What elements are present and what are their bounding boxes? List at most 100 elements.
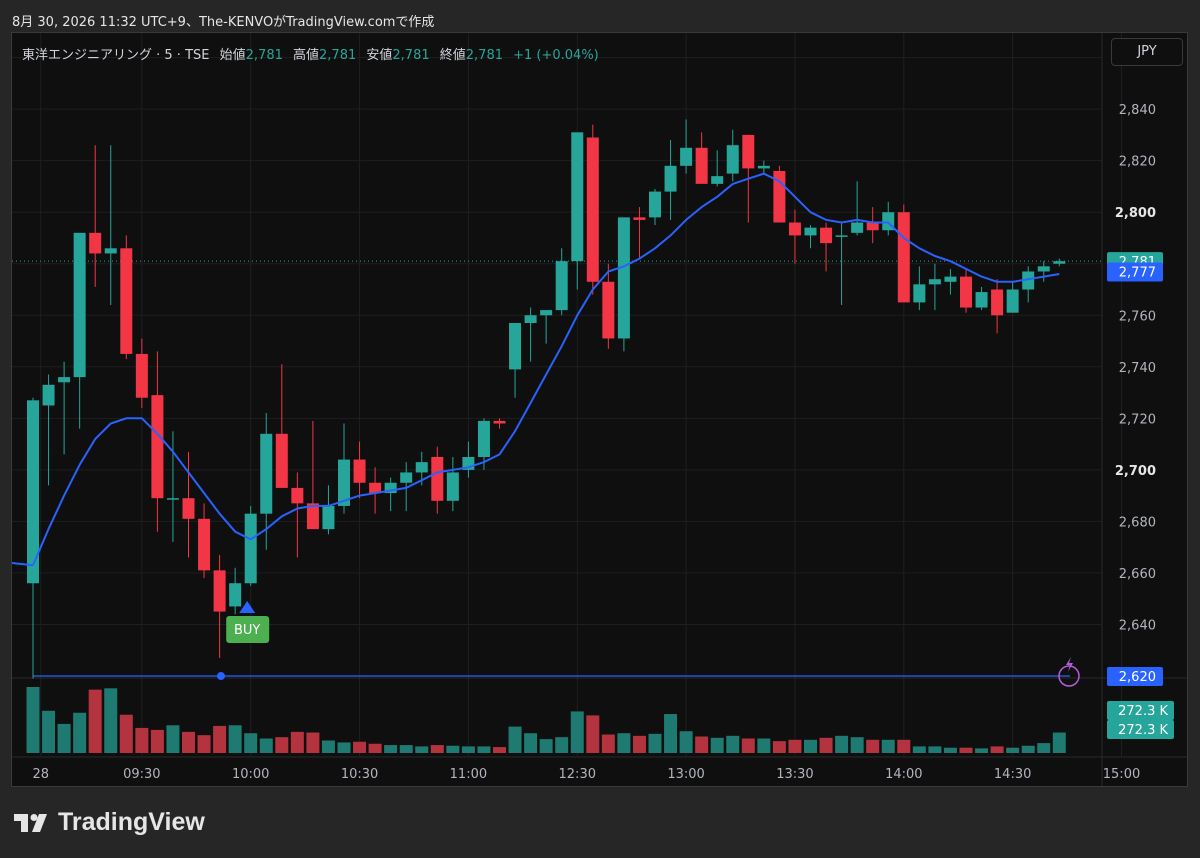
close-value: 2,781 [465,48,503,63]
volume-bar [757,738,771,753]
volume-bar [415,746,429,753]
buy-signal-label: BUY [234,623,260,638]
volume-bar [1021,745,1035,753]
low-value: 2,781 [392,48,430,63]
volume-bar [648,733,662,753]
candle-body [1037,266,1050,272]
y-tick-label: 2,720 [1119,412,1156,427]
y-tick-label: 2,740 [1119,361,1156,376]
candle-body [260,433,273,514]
horizontal-line-handle [217,672,225,680]
volume-bar [788,739,802,753]
volume-bar [912,746,926,753]
volume-bar [508,726,522,753]
currency-button[interactable]: JPY [1111,38,1183,66]
y-tick-label: 2,660 [1119,567,1156,582]
price-chart[interactable]: BUY2,8602,8402,8202,8002,7802,7602,7402,… [0,0,1200,858]
buy-signal-arrow [239,601,256,614]
candle-body [742,134,755,169]
high-value: 2,781 [319,48,357,63]
x-tick-label: 28 [33,767,50,782]
candle-body [757,165,770,169]
candle-body [571,132,584,262]
volume-bar [959,747,973,753]
candle-body [866,222,879,231]
x-tick-label: 15:00 [1103,767,1140,782]
volume-bar [244,733,258,753]
volume-bar [772,741,786,753]
volume-bar [835,735,849,753]
volume-bar [1006,747,1020,753]
candle-body [1006,289,1019,313]
volume-bar [710,737,724,753]
volume-bar [228,725,242,753]
candle-body [1053,261,1066,264]
x-tick-label: 14:30 [994,767,1031,782]
candle-body [928,279,941,285]
symbol-name[interactable]: 東洋エンジニアリング · 5 · TSE [22,48,209,63]
x-tick-label: 10:00 [232,767,269,782]
change-value: +1 (+0.04%) [513,48,599,63]
tradingview-logo: TradingView [14,808,205,837]
y-tick-label: 2,760 [1119,309,1156,324]
volume-bar [353,741,367,753]
ohlc-legend: 東洋エンジニアリング · 5 · TSE 始値2,781 高値2,781 安値2… [22,44,599,63]
candle-body [540,310,553,316]
volume-bar [726,735,740,753]
candle-body [602,281,615,339]
candle-body [649,191,661,218]
y-tick-label: 2,840 [1119,103,1156,118]
volume-tag-label: 272.3 K [1118,723,1168,738]
lightning-icon [1066,657,1073,672]
volume-bar [990,746,1004,753]
volume-bar [73,712,87,753]
open-value: 2,781 [245,48,283,63]
volume-bar [213,725,227,753]
volume-bar [570,711,584,753]
x-tick-label: 09:30 [123,767,160,782]
volume-tag-label: 272.3 K [1118,704,1168,719]
volume-bar [804,739,817,753]
candle-body [135,353,148,398]
candle-body [446,472,459,501]
volume-bar [166,725,180,753]
brand-name: TradingView [58,808,205,836]
candle-body [275,433,288,488]
candle-body [229,583,242,607]
volume-bar [461,746,475,753]
candle-body [400,472,413,483]
volume-bar [850,737,864,753]
volume-bar [632,735,646,753]
candle-body [991,289,1004,316]
candle-body [960,276,972,308]
x-tick-label: 13:30 [776,767,813,782]
volume-bar [104,688,118,753]
candle-body [58,377,71,383]
candle-body [493,420,506,424]
close-label: 終値 [439,48,466,63]
volume-bar [524,733,538,753]
volume-bar [679,731,693,753]
volume-bar [150,729,164,753]
volume-bar [601,734,615,753]
volume-bar [617,733,631,753]
volume-bar [119,714,133,753]
candle-body [726,145,739,174]
volume-bar [135,727,149,753]
candle-body [322,505,335,530]
candle-body [120,248,133,354]
volume-bar [586,715,600,753]
y-tick-label: 2,640 [1119,618,1156,633]
candle-body [213,570,226,612]
candle-body [804,227,817,236]
volume-bar [42,710,56,753]
candle-body [680,147,693,166]
volume-bar [321,740,335,753]
x-tick-label: 10:30 [341,767,378,782]
volume-bar [259,738,273,753]
high-label: 高値 [293,48,320,63]
candle-body [42,384,55,406]
volume-bar [290,731,304,753]
candle-body [244,513,257,584]
volume-bar [741,738,755,753]
